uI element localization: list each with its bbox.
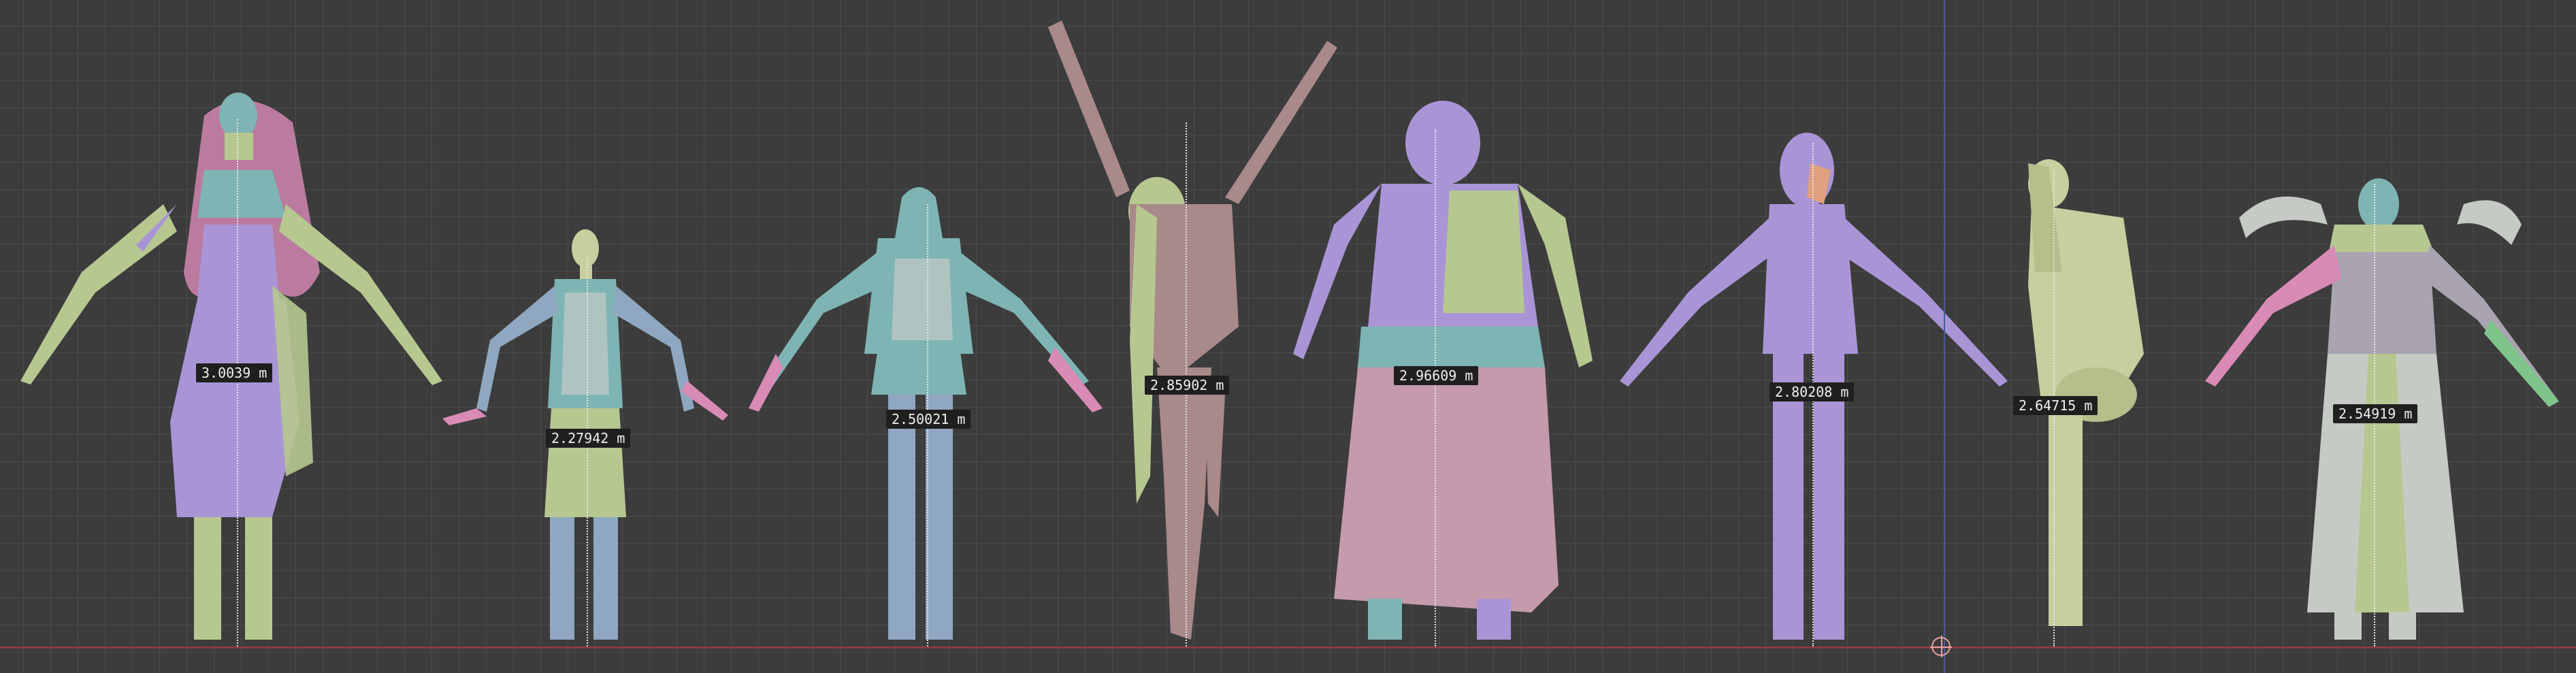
- measurement-label-6: 2.80208 m: [1770, 382, 1855, 401]
- measure-line-1: [237, 119, 238, 646]
- ground-x-axis-line: [0, 646, 2576, 649]
- character-models: [20, 20, 2559, 640]
- 3d-cursor[interactable]: [1930, 636, 1952, 657]
- character-model-7[interactable]: [2028, 159, 2144, 626]
- measurement-label-5: 2.96609 m: [1394, 366, 1479, 385]
- 3d-viewport[interactable]: 3.0039 m 2.27942 m 2.50021 m 2.85902 m 2…: [0, 0, 2576, 673]
- measurement-label-7: 2.64715 m: [2013, 396, 2098, 415]
- measurement-label-8: 2.54919 m: [2333, 404, 2418, 423]
- measurement-label-1: 3.0039 m: [196, 363, 273, 382]
- character-model-4[interactable]: [1048, 20, 1337, 640]
- measurement-label-4: 2.85902 m: [1145, 376, 1230, 395]
- measurement-label-2: 2.27942 m: [546, 429, 631, 448]
- measure-line-5: [1435, 129, 1436, 646]
- measurement-label-3: 2.50021 m: [886, 410, 971, 429]
- y-axis-line: [1944, 0, 1945, 673]
- measure-line-2: [587, 255, 588, 646]
